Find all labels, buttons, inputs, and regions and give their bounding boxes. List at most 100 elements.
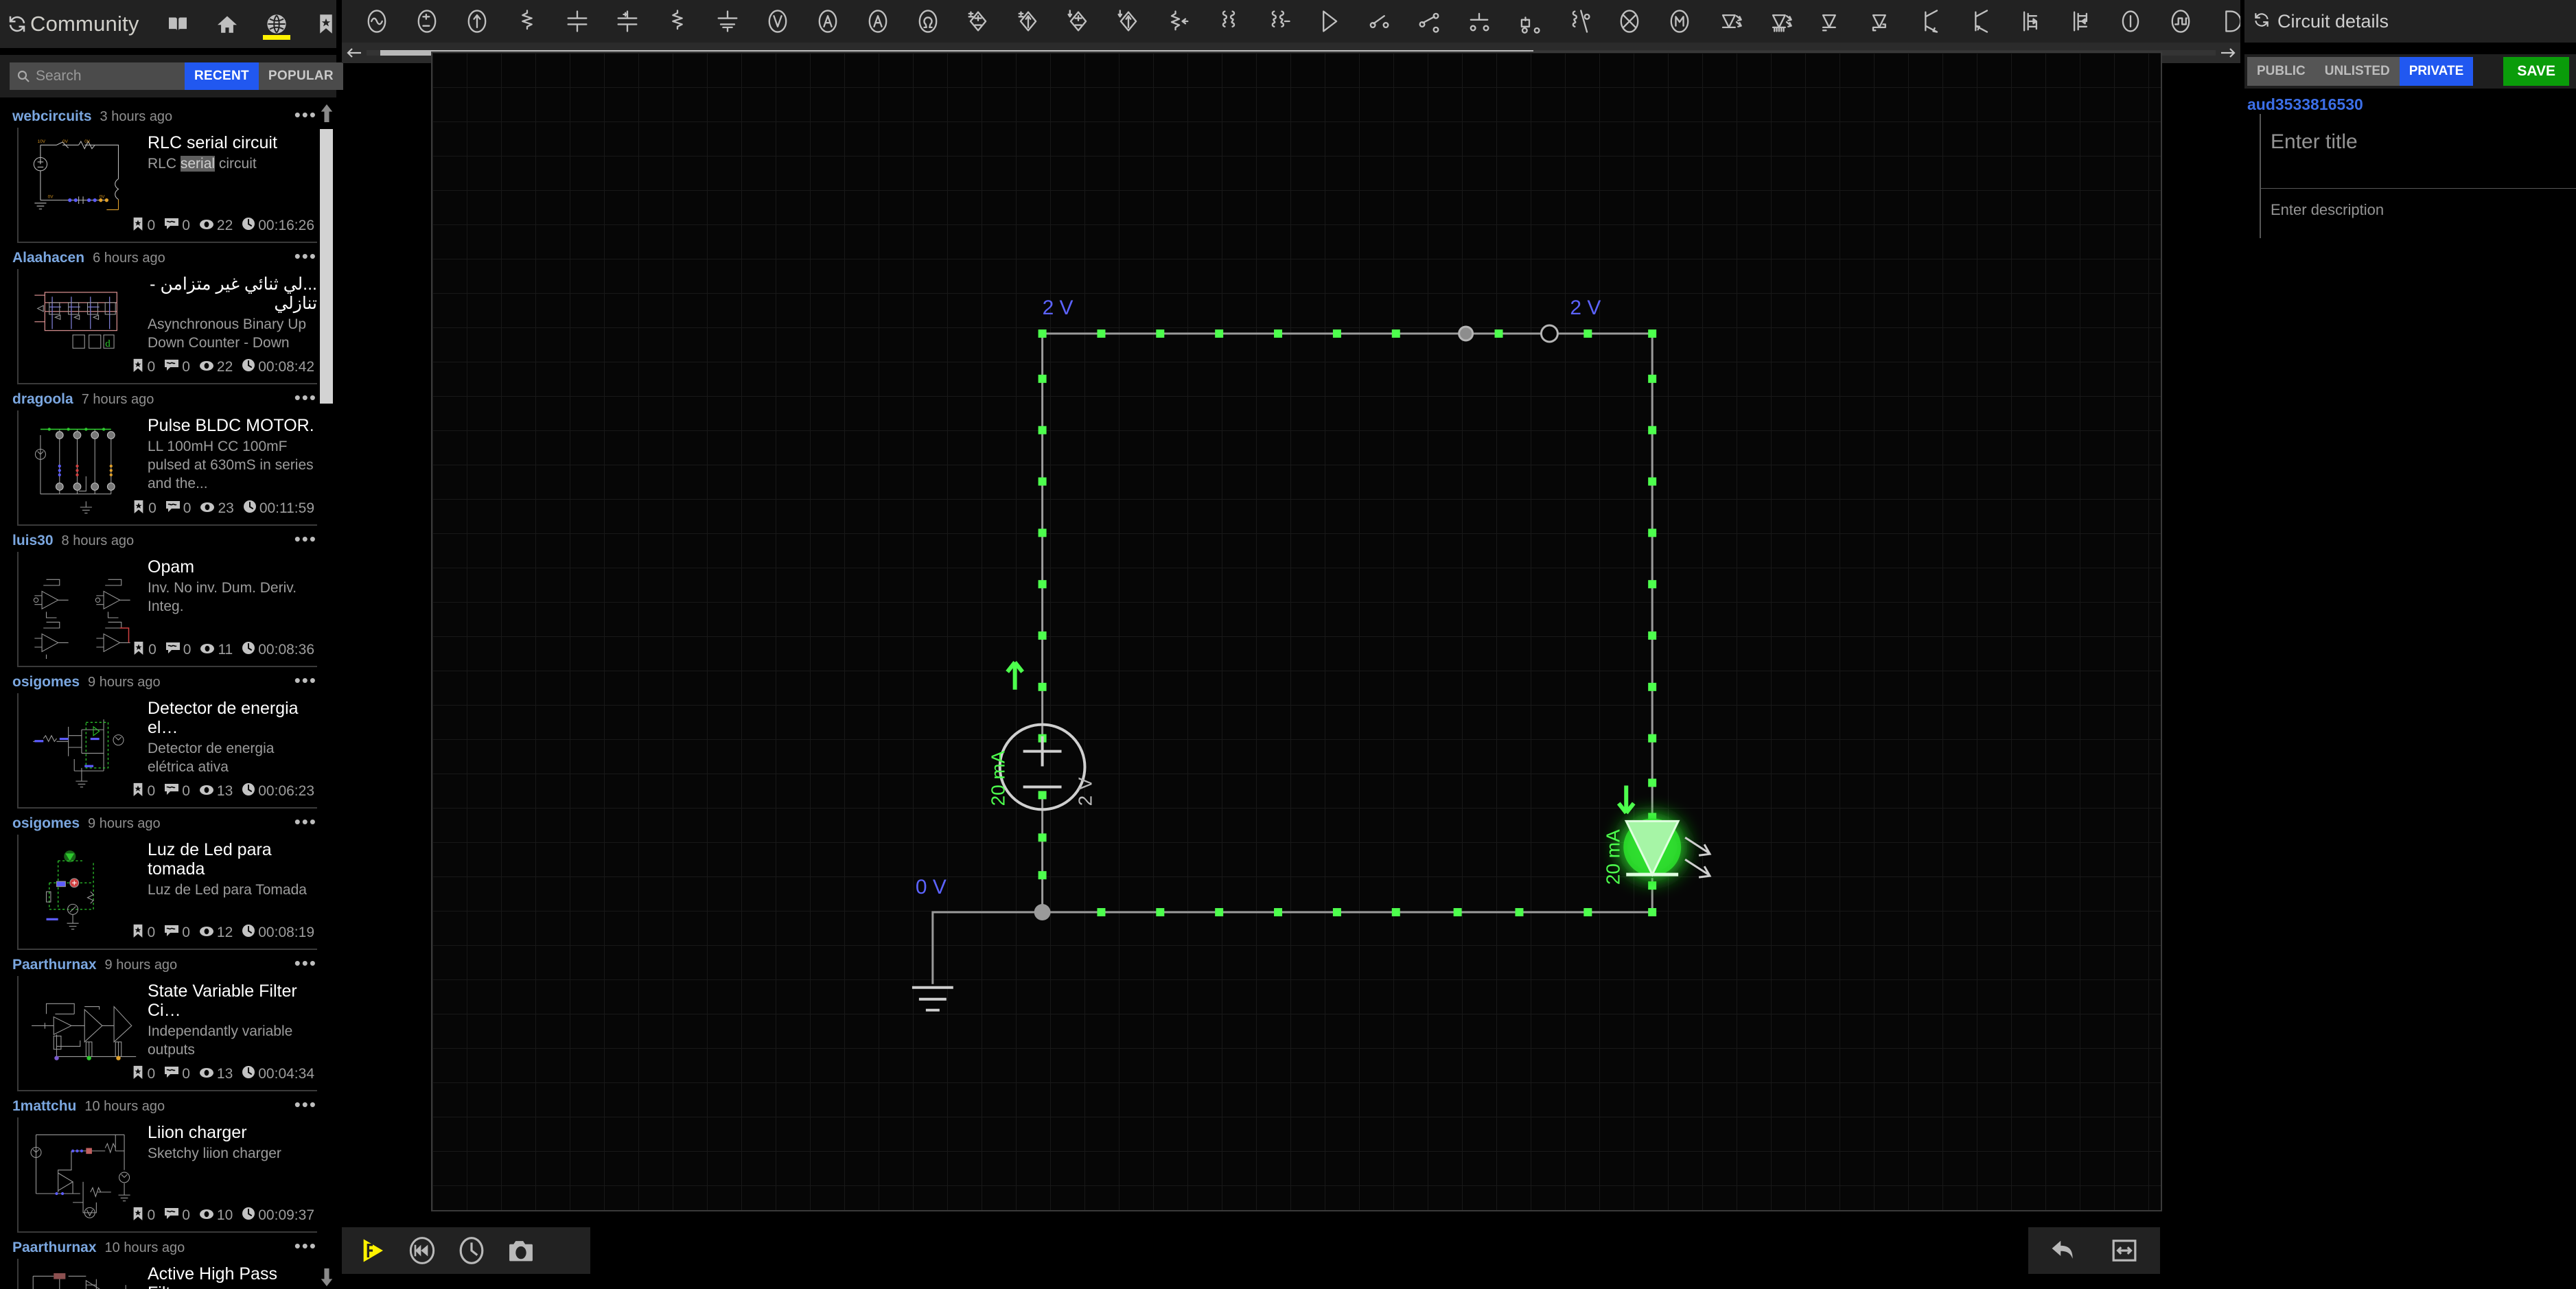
- feed-item-user[interactable]: Alaahacen: [12, 250, 84, 266]
- toolbar-potentiometer-icon[interactable]: [1153, 0, 1203, 43]
- home-icon[interactable]: [212, 3, 242, 45]
- visibility-public[interactable]: PUBLIC: [2247, 57, 2315, 86]
- save-button[interactable]: SAVE: [2503, 57, 2569, 86]
- clock-icon[interactable]: [454, 1233, 489, 1268]
- arrow-left-icon[interactable]: [342, 47, 367, 58]
- feed-item[interactable]: Paarthurnax 9 hours ago ••• State Variable …: [0, 950, 336, 1091]
- toolbar-inductor-icon[interactable]: [652, 0, 702, 43]
- feed-item-user[interactable]: Paarthurnax: [12, 1240, 97, 1256]
- circuit-thumbnail[interactable]: [24, 556, 141, 659]
- feed-item[interactable]: luis30 8 hours ago ••• Opam Inv. No inv. Dum…: [0, 526, 336, 667]
- feed-item[interactable]: osigomes 9 hours ago ••• Detector de energi…: [0, 667, 336, 809]
- feed-item-user[interactable]: webcircuits: [12, 108, 92, 125]
- feed-item-user[interactable]: 1mattchu: [12, 1098, 76, 1115]
- feed-item-user[interactable]: Paarthurnax: [12, 957, 97, 973]
- feed-item-body[interactable]: Pulse BLDC MOTOR. LL 100mH CC 100mF pulse…: [17, 410, 317, 526]
- toolbar-zener-diode-icon[interactable]: [1805, 0, 1855, 43]
- scroll-down-icon[interactable]: [317, 1266, 336, 1289]
- search-input[interactable]: [36, 68, 178, 84]
- toolbar-pnp-transistor-icon[interactable]: [1955, 0, 2005, 43]
- sidebar-scrollbar[interactable]: [317, 102, 336, 1289]
- globe-icon[interactable]: [262, 3, 292, 45]
- toolbar-op-amp-icon[interactable]: [1303, 0, 1354, 43]
- toolbar-voltmeter-icon[interactable]: [752, 0, 802, 43]
- feed-item-title[interactable]: RLC serial circuit: [148, 133, 317, 152]
- feed-item[interactable]: Paarthurnax 10 hours ago ••• Active High Pa…: [0, 1233, 336, 1289]
- toolbar-dc-source-icon[interactable]: [2105, 0, 2155, 43]
- toolbar-ammeter-dc-icon[interactable]: [852, 0, 903, 43]
- toolbar-ammeter-icon[interactable]: [802, 0, 852, 43]
- toolbar-relay-coil-icon[interactable]: [1554, 0, 1604, 43]
- play-icon[interactable]: [356, 1233, 390, 1268]
- feed-item-menu-button[interactable]: •••: [294, 530, 317, 548]
- rewind-icon[interactable]: [405, 1233, 439, 1268]
- toolbar-lamp-icon[interactable]: [1604, 0, 1654, 43]
- title-field[interactable]: [2271, 125, 2561, 173]
- toolbar-tapped-transformer-icon[interactable]: [1253, 0, 1303, 43]
- feed-item-user[interactable]: osigomes: [12, 815, 80, 832]
- circuit-thumbnail[interactable]: [24, 697, 141, 800]
- circuit-thumbnail[interactable]: d: [24, 273, 141, 376]
- feed-item-body[interactable]: Luz de Led para tomada Luz de Led para To…: [17, 835, 317, 950]
- feed-item[interactable]: 1mattchu 10 hours ago ••• Liion charger Sket…: [0, 1091, 336, 1233]
- toolbar-push-button-icon[interactable]: [1454, 0, 1504, 43]
- toolbar-spdt-switch-icon[interactable]: [1404, 0, 1454, 43]
- bookmark-icon[interactable]: [311, 3, 341, 45]
- toolbar-motor-icon[interactable]: [1654, 0, 1704, 43]
- feed-item-menu-button[interactable]: •••: [294, 671, 317, 689]
- feed-item-menu-button[interactable]: •••: [294, 1237, 317, 1255]
- community-feed[interactable]: webcircuits 3 hours ago ••• 10V 0V 0V 0V 0V RLC …: [0, 102, 336, 1289]
- circuit-thumbnail[interactable]: [24, 1263, 141, 1289]
- feed-item-body[interactable]: d ...لي ثنائي غير متزامن - تنازلي Asynchro…: [17, 269, 317, 384]
- feed-item-body[interactable]: Active High Pass Filter…An active high P…: [17, 1259, 317, 1289]
- toolbar-schottky-diode-icon[interactable]: [1855, 0, 1905, 43]
- feed-item-title[interactable]: Detector de energia el…: [148, 699, 317, 737]
- toolbar-relay-switch-icon[interactable]: [1504, 0, 1554, 43]
- toolbar-current-source-icon[interactable]: [452, 0, 502, 43]
- toolbar-led-icon[interactable]: [1704, 0, 1754, 43]
- filter-popular[interactable]: POPULAR: [258, 62, 343, 90]
- feed-item[interactable]: Alaahacen 6 hours ago ••• d ...لي ثنائي غير …: [0, 243, 336, 384]
- feed-item-title[interactable]: State Variable Filter Ci…: [148, 982, 317, 1020]
- visibility-private[interactable]: PRIVATE: [2399, 57, 2474, 86]
- toolbar-transformer-icon[interactable]: [1203, 0, 1253, 43]
- toolbar-buffer-gate-icon[interactable]: [2205, 0, 2240, 43]
- feed-item-user[interactable]: osigomes: [12, 674, 80, 690]
- undo-arrow-icon[interactable]: [2047, 1233, 2081, 1268]
- refresh-icon[interactable]: [2253, 11, 2271, 32]
- feed-item[interactable]: dragoola 7 hours ago ••• Pulse BLDC MOTOR. L…: [0, 384, 336, 526]
- component-toolbar[interactable]: [342, 0, 2240, 43]
- feed-item-user[interactable]: dragoola: [12, 391, 73, 408]
- toolbar-resistor-icon[interactable]: [502, 0, 552, 43]
- scrollbar-thumb[interactable]: [320, 129, 333, 404]
- camera-icon[interactable]: [504, 1233, 538, 1268]
- toolbar-ac-voltage-source-icon[interactable]: [351, 0, 402, 43]
- feed-item-body[interactable]: Liion charger Sketchy liion charger 0 0 10 00…: [17, 1117, 317, 1233]
- feed-item-title[interactable]: Pulse BLDC MOTOR.: [148, 416, 317, 435]
- feed-item-title[interactable]: Liion charger: [148, 1123, 317, 1142]
- circuit-id[interactable]: aud3533816530: [2244, 89, 2576, 114]
- feed-item-menu-button[interactable]: •••: [294, 388, 317, 406]
- feed-item[interactable]: osigomes 9 hours ago ••• Luz de Led para to…: [0, 809, 336, 950]
- refresh-icon[interactable]: [7, 10, 27, 38]
- scroll-up-icon[interactable]: [317, 102, 336, 125]
- toolbar-spst-switch-icon[interactable]: [1354, 0, 1404, 43]
- toolbar-n-mosfet-icon[interactable]: [2005, 0, 2055, 43]
- toolbar-ohmmeter-icon[interactable]: [903, 0, 953, 43]
- circuit-thumbnail[interactable]: 10V 0V 0V 0V 0V: [24, 132, 141, 235]
- circuit-canvas[interactable]: 2 V 2 V 0 V 20 mA 2 V 20 mA: [431, 51, 2162, 1211]
- arrow-right-icon[interactable]: [2216, 47, 2240, 58]
- feed-item-body[interactable]: Detector de energia el… Detector de energ…: [17, 693, 317, 809]
- feed-item-menu-button[interactable]: •••: [294, 106, 317, 124]
- toolbar-current-controlled-voltage-source-icon[interactable]: [1053, 0, 1103, 43]
- toolbar-p-mosfet-icon[interactable]: [2055, 0, 2105, 43]
- feed-item-body[interactable]: Opam Inv. No inv. Dum. Deriv. Integ. 0 0 11 0…: [17, 552, 317, 667]
- feed-item-menu-button[interactable]: •••: [294, 813, 317, 831]
- toolbar-voltage-controlled-voltage-source-icon[interactable]: [953, 0, 1003, 43]
- feed-item-menu-button[interactable]: •••: [294, 1095, 317, 1113]
- circuit-drawing[interactable]: 2 V 2 V 0 V 20 mA 2 V 20 mA: [432, 53, 2161, 1210]
- toolbar-variable-capacitor-icon[interactable]: [702, 0, 752, 43]
- feed-item-body[interactable]: 10V 0V 0V 0V 0V RLC serial circuit RLC serial …: [17, 128, 317, 243]
- circuit-thumbnail[interactable]: [24, 980, 141, 1083]
- toolbar-current-controlled-current-source-icon[interactable]: [1103, 0, 1153, 43]
